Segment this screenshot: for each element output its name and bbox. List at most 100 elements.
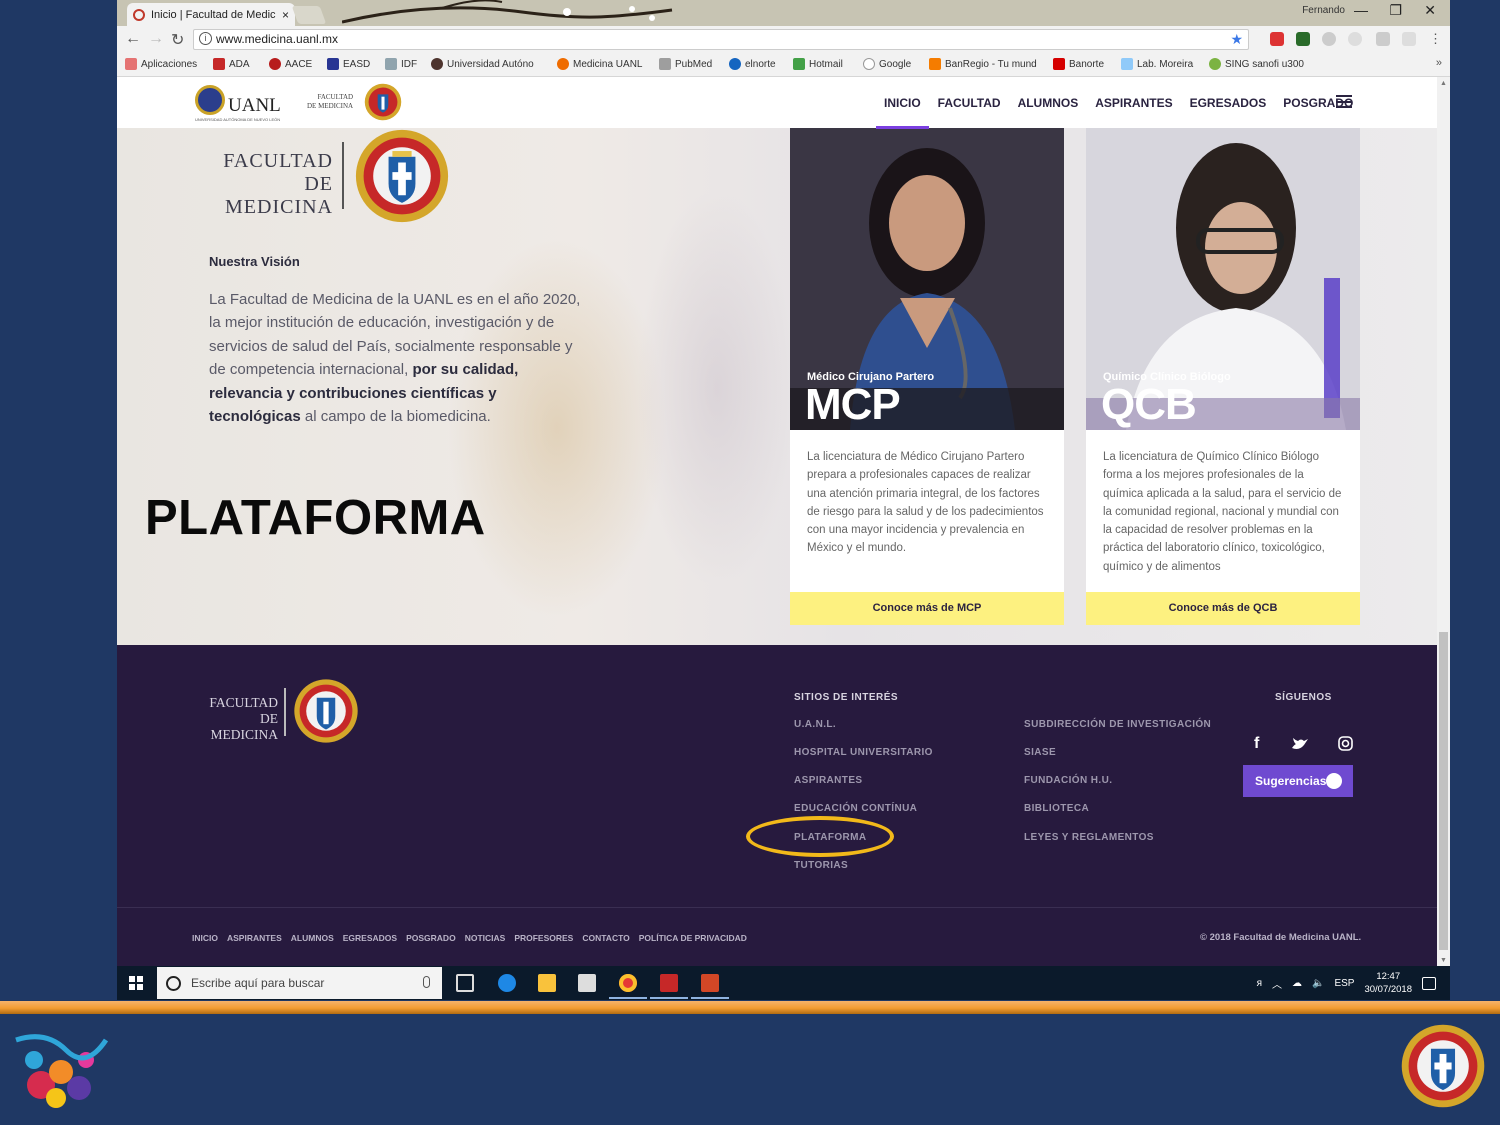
site-info-icon[interactable]: i <box>199 32 212 45</box>
bookmark-item[interactable]: elnorte <box>729 58 776 70</box>
mcp-more-button[interactable]: Conoce más de MCP <box>790 592 1064 625</box>
task-view-icon[interactable] <box>456 974 474 992</box>
cloud-icon[interactable]: ☁ <box>1292 978 1302 989</box>
clock[interactable]: 12:47 30/07/2018 <box>1364 970 1412 996</box>
close-window-icon[interactable]: ✕ <box>1424 2 1436 19</box>
footer-link-leyes[interactable]: LEYES Y REGLAMENTOS <box>1024 832 1154 843</box>
nav-alumnos[interactable]: ALUMNOS <box>1018 96 1079 110</box>
bookmark-item[interactable]: ADA <box>213 58 250 70</box>
language-indicator[interactable]: ESP <box>1334 978 1354 989</box>
extension-icon[interactable] <box>1296 32 1310 46</box>
bottom-link-profesores[interactable]: PROFESORES <box>514 933 573 943</box>
siguenos-heading: SÍGUENOS <box>1275 692 1332 703</box>
tab-inicio[interactable]: Inicio | Facultad de Medic × <box>127 3 295 26</box>
footer-link-hospital[interactable]: HOSPITAL UNIVERSITARIO <box>794 747 933 758</box>
facebook-icon[interactable]: f <box>1254 735 1259 753</box>
taskbar-search-input[interactable]: Escribe aquí para buscar <box>157 967 442 999</box>
footer-link-educacion[interactable]: EDUCACIÓN CONTÍNUA <box>794 803 917 814</box>
twitter-icon[interactable] <box>1291 737 1309 751</box>
chrome-icon[interactable] <box>609 974 647 999</box>
nav-facultad[interactable]: FACULTAD <box>938 96 1001 110</box>
extension-icon[interactable] <box>1376 32 1390 46</box>
main-nav: INICIO FACULTAD ALUMNOS ASPIRANTES EGRES… <box>876 77 1353 129</box>
extension-icon[interactable] <box>1322 32 1336 46</box>
mcp-card: Médico Cirujano Partero MCP La licenciat… <box>790 128 1064 625</box>
bottom-link-noticias[interactable]: NOTICIAS <box>465 933 506 943</box>
scroll-down-icon[interactable]: ▼ <box>1440 957 1447 964</box>
blossom-branch-decoration <box>342 0 673 24</box>
extension-icon[interactable] <box>1348 32 1362 46</box>
page-scrollbar[interactable]: ▲ ▼ <box>1437 77 1450 966</box>
bookmark-item[interactable]: Universidad Autóno <box>431 58 534 70</box>
scroll-up-icon[interactable]: ▲ <box>1440 80 1447 87</box>
bottom-link-egresados[interactable]: EGRESADOS <box>343 933 397 943</box>
powerpoint-icon[interactable] <box>691 974 729 999</box>
medicine-seal-icon <box>355 129 449 223</box>
footer-link-aspirantes[interactable]: ASPIRANTES <box>794 775 862 786</box>
uanl-seal-icon[interactable] <box>195 85 225 115</box>
bookmark-item[interactable]: Hotmail <box>793 58 843 70</box>
bottom-link-aspirantes[interactable]: ASPIRANTES <box>227 933 282 943</box>
scroll-thumb[interactable] <box>1439 632 1448 950</box>
tray-chevron-icon[interactable]: ︿ <box>1272 976 1282 991</box>
uanl-logo[interactable]: UANL <box>228 95 281 117</box>
minimize-icon[interactable]: — <box>1354 2 1368 18</box>
bookmark-item[interactable]: PubMed <box>659 58 712 70</box>
bottom-link-privacidad[interactable]: POLÍTICA DE PRIVACIDAD <box>639 933 747 943</box>
edge-icon[interactable] <box>498 974 516 992</box>
address-bar[interactable]: i www.medicina.uanl.mx ★ <box>193 29 1249 50</box>
bookmark-item[interactable]: Lab. Moreira <box>1121 58 1193 70</box>
bookmark-item[interactable]: SING sanofi u300 <box>1209 58 1304 70</box>
footer-link-tutorias[interactable]: TUTORIAS <box>794 860 848 871</box>
suggestions-button[interactable]: Sugerencias <box>1243 765 1353 797</box>
blurred-background <box>637 188 797 588</box>
footer-link-uanl[interactable]: U.A.N.L. <box>794 719 836 730</box>
bookmark-item[interactable]: Medicina UANL <box>557 58 642 70</box>
footer-link-siase[interactable]: SIASE <box>1024 747 1056 758</box>
forward-icon[interactable]: → <box>148 30 164 48</box>
bookmark-item[interactable]: BanRegio - Tu mund <box>929 58 1037 70</box>
bookmark-item[interactable]: AACE <box>269 58 312 70</box>
reload-icon[interactable]: ↻ <box>171 30 184 50</box>
nav-inicio[interactable]: INICIO <box>876 96 929 129</box>
instagram-icon[interactable] <box>1338 736 1353 751</box>
bookmark-item[interactable]: EASD <box>327 58 370 70</box>
windows-start-icon[interactable] <box>129 976 143 990</box>
people-icon[interactable]: ᴙ <box>1257 978 1262 989</box>
new-tab-button[interactable] <box>291 6 327 24</box>
extension-icon[interactable] <box>1402 32 1416 46</box>
adblock-icon[interactable] <box>1270 32 1284 46</box>
footer-link-biblioteca[interactable]: BIBLIOTECA <box>1024 803 1089 814</box>
bottom-link-alumnos[interactable]: ALUMNOS <box>291 933 334 943</box>
bookmarks-more-icon[interactable]: » <box>1436 57 1442 69</box>
restore-icon[interactable]: ❐ <box>1389 2 1402 19</box>
nav-aspirantes[interactable]: ASPIRANTES <box>1095 96 1172 110</box>
bottom-link-posgrado[interactable]: POSGRADO <box>406 933 456 943</box>
plataforma-highlight-circle <box>746 816 894 857</box>
back-icon[interactable]: ← <box>125 30 141 48</box>
footer-link-fundacion[interactable]: FUNDACIÓN H.U. <box>1024 775 1112 786</box>
bookmark-item[interactable]: Google <box>863 58 911 70</box>
nav-egresados[interactable]: EGRESADOS <box>1190 96 1267 110</box>
bottom-link-contacto[interactable]: CONTACTO <box>582 933 629 943</box>
footer-logo-text: FACULTAD DE MEDICINA <box>209 695 278 742</box>
qcb-more-button[interactable]: Conoce más de QCB <box>1086 592 1360 625</box>
profile-name[interactable]: Fernando <box>1302 5 1345 16</box>
hamburger-menu-icon[interactable] <box>1336 95 1352 108</box>
microphone-icon[interactable] <box>423 976 430 988</box>
volume-icon[interactable]: 🔈 <box>1312 978 1324 989</box>
bookmark-item[interactable]: Banorte <box>1053 58 1104 70</box>
close-tab-icon[interactable]: × <box>282 8 289 22</box>
facultad-medicina-logo-small[interactable]: FACULTAD DE MEDICINA <box>307 93 353 111</box>
mcafee-icon[interactable] <box>650 974 688 999</box>
bookmark-item[interactable]: IDF <box>385 58 417 70</box>
bookmark-star-icon[interactable]: ★ <box>1230 30 1243 49</box>
notification-center-icon[interactable] <box>1422 976 1436 990</box>
store-icon[interactable] <box>578 974 596 992</box>
menu-dots-icon[interactable]: ⋮ <box>1429 31 1442 47</box>
bottom-link-inicio[interactable]: INICIO <box>192 933 218 943</box>
search-placeholder: Escribe aquí para buscar <box>191 976 325 990</box>
footer-link-investigacion[interactable]: SUBDIRECCIÓN DE INVESTIGACIÓN <box>1024 719 1211 730</box>
file-explorer-icon[interactable] <box>538 974 556 992</box>
bookmark-item[interactable]: Aplicaciones <box>125 58 197 70</box>
